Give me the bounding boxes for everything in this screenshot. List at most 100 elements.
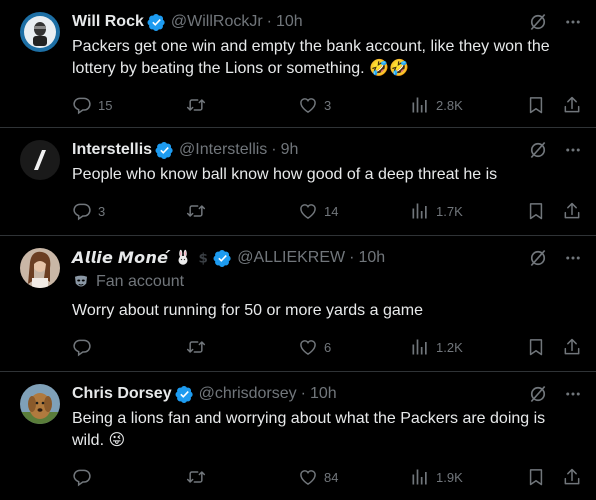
retweet-button[interactable]	[186, 94, 212, 116]
reply-icon	[72, 337, 92, 357]
avatar-image-icon	[20, 12, 60, 52]
share-icon	[562, 337, 582, 357]
display-name[interactable]: Will Rock	[72, 13, 144, 31]
bookmark-icon	[526, 95, 546, 115]
verified-badge-icon	[213, 249, 232, 268]
like-count: 6	[324, 339, 332, 355]
tweet-text: Being a lions fan and worrying about wha…	[72, 408, 580, 452]
like-count: 3	[324, 97, 332, 113]
views-icon	[410, 201, 430, 221]
display-name[interactable]: Interstellis	[72, 141, 152, 159]
verified-badge-icon	[155, 141, 174, 160]
more-icon[interactable]	[564, 249, 582, 267]
reply-button[interactable]	[72, 466, 98, 488]
name-decorations: $	[174, 249, 210, 267]
reply-icon	[72, 95, 92, 115]
action-bar: 6 1.2K	[72, 328, 580, 368]
retweet-button[interactable]	[186, 336, 212, 358]
views-icon	[410, 467, 430, 487]
grok-icon[interactable]	[528, 140, 548, 160]
retweet-icon	[186, 201, 206, 221]
timestamp[interactable]: 10h	[358, 249, 385, 267]
display-name[interactable]: Chris Dorsey	[72, 385, 172, 403]
like-button[interactable]: 84	[298, 466, 338, 488]
reply-count: 15	[98, 97, 113, 113]
share-button[interactable]	[562, 200, 582, 222]
views-button[interactable]: 1.2K	[410, 336, 463, 358]
like-count: 84	[324, 469, 339, 485]
views-button[interactable]: 2.8K	[410, 94, 463, 116]
like-button[interactable]: 14	[298, 200, 338, 222]
bookmark-button[interactable]	[526, 336, 546, 358]
svg-text:$: $	[199, 251, 208, 267]
user-handle[interactable]: @WillRockJr	[171, 13, 263, 31]
grok-icon[interactable]	[528, 12, 548, 32]
action-bar: 3 14 1.7K	[72, 192, 580, 232]
tweet[interactable]: Chris Dorsey @chrisdorsey · 10h Being a …	[0, 372, 596, 500]
avatar-image-icon	[20, 384, 60, 424]
mask-icon	[75, 275, 87, 287]
like-icon	[298, 95, 318, 115]
views-button[interactable]: 1.7K	[410, 200, 463, 222]
like-button[interactable]: 6	[298, 336, 331, 358]
share-button[interactable]	[562, 336, 582, 358]
reply-button[interactable]: 15	[72, 94, 112, 116]
reply-icon	[72, 467, 92, 487]
tweet[interactable]: Interstellis @Interstellis · 9h People w…	[0, 128, 596, 236]
view-count: 1.7K	[436, 203, 463, 219]
emoji-suffix: 😜	[108, 432, 126, 449]
account-label: Fan account	[72, 272, 580, 292]
avatar[interactable]	[20, 12, 60, 52]
tweet-text: Worry about running for 50 or more yards…	[72, 302, 423, 319]
grok-icon[interactable]	[528, 384, 548, 404]
tweet[interactable]: Will Rock @WillRockJr · 10h Packers get …	[0, 0, 596, 128]
account-label-text: Fan account	[96, 273, 185, 290]
retweet-icon	[186, 95, 206, 115]
bookmark-icon	[526, 467, 546, 487]
action-bar: 15 3 2.8K	[72, 86, 580, 126]
retweet-icon	[186, 337, 206, 357]
more-icon[interactable]	[564, 13, 582, 31]
dollar-sign-icon: $	[199, 251, 208, 267]
emoji-suffix: 🤣🤣	[369, 60, 409, 77]
user-handle[interactable]: @ALLIEKREW	[237, 249, 345, 267]
tweet[interactable]: 𝘼𝙡𝙡𝙞𝙚 𝙈𝙤𝙣𝙚́ $ @ALLIEKREW · 10h Fan accou…	[0, 236, 596, 372]
timeline-feed: Will Rock @WillRockJr · 10h Packers get …	[0, 0, 596, 500]
bookmark-button[interactable]	[526, 200, 546, 222]
timestamp[interactable]: 10h	[310, 385, 337, 403]
reply-button[interactable]	[72, 336, 98, 358]
bookmark-button[interactable]	[526, 94, 546, 116]
retweet-button[interactable]	[186, 466, 212, 488]
bookmark-button[interactable]	[526, 466, 546, 488]
display-name[interactable]: 𝘼𝙡𝙡𝙞𝙚 𝙈𝙤𝙣𝙚́	[72, 248, 168, 268]
share-button[interactable]	[562, 466, 582, 488]
avatar[interactable]	[20, 384, 60, 424]
tweet-text-body: Packers get one win and empty the bank a…	[72, 38, 550, 77]
tweet-text: Packers get one win and empty the bank a…	[72, 36, 580, 80]
avatar[interactable]	[20, 140, 60, 180]
timestamp[interactable]: 10h	[276, 13, 303, 31]
action-bar: 84 1.9K	[72, 458, 580, 498]
more-icon[interactable]	[564, 141, 582, 159]
reply-icon	[72, 201, 92, 221]
like-button[interactable]: 3	[298, 94, 331, 116]
avatar[interactable]	[20, 248, 60, 288]
timestamp[interactable]: 9h	[281, 141, 299, 159]
retweet-button[interactable]	[186, 200, 212, 222]
user-handle[interactable]: @Interstellis	[179, 141, 267, 159]
grok-icon[interactable]	[528, 248, 548, 268]
like-icon	[298, 201, 318, 221]
views-button[interactable]: 1.9K	[410, 466, 463, 488]
like-icon	[298, 467, 318, 487]
separator-dot: ·	[266, 13, 272, 30]
view-count: 1.9K	[436, 469, 463, 485]
tweet-text-body: Being a lions fan and worrying about wha…	[72, 410, 546, 449]
share-button[interactable]	[562, 94, 582, 116]
more-icon[interactable]	[564, 385, 582, 403]
share-icon	[562, 201, 582, 221]
verified-badge-icon	[175, 385, 194, 404]
separator-dot: ·	[300, 385, 306, 402]
views-icon	[410, 95, 430, 115]
user-handle[interactable]: @chrisdorsey	[199, 385, 297, 403]
reply-button[interactable]: 3	[72, 200, 105, 222]
